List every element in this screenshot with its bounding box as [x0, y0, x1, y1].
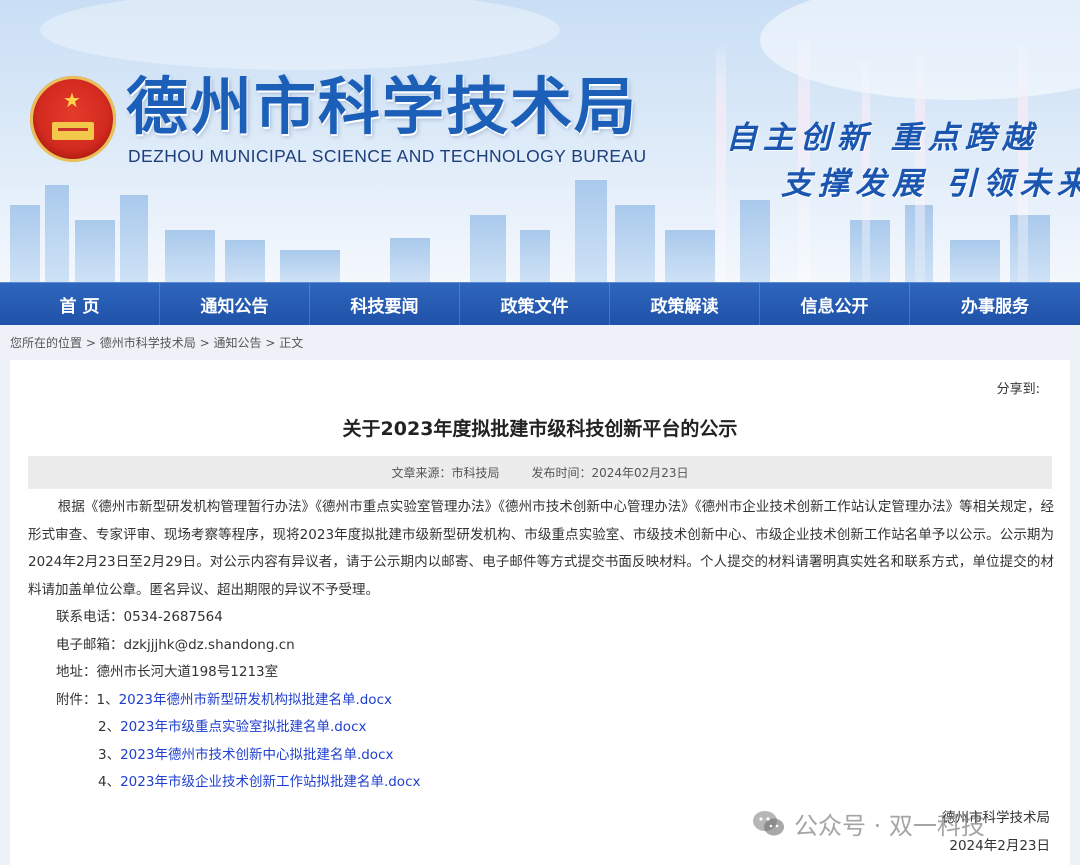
contact-address: 地址：德州市长河大道198号1213室: [56, 664, 279, 680]
breadcrumb-separator: >: [265, 336, 276, 350]
watermark-text: 公众号 · 双一科技: [794, 812, 985, 840]
attachment-number: 2、: [98, 719, 121, 735]
attachment-link[interactable]: 2023年德州市新型研发机构拟批建名单.docx: [119, 692, 392, 708]
nav-item-services[interactable]: 办事服务: [910, 283, 1080, 326]
header-banner: ★ 德州市科学技术局 DEZHOU MUNICIPAL SCIENCE AND …: [0, 0, 1080, 282]
nav-item-home[interactable]: 首 页: [0, 283, 160, 326]
wechat-icon: [753, 810, 784, 835]
breadcrumb-link-notices[interactable]: 通知公告: [213, 336, 261, 350]
national-emblem-icon: ★: [30, 76, 116, 162]
breadcrumb: 您所在的位置 > 德州市科学技术局 > 通知公告 > 正文: [10, 334, 303, 351]
attachment-item: 3、2023年德州市技术创新中心拟批建名单.docx: [28, 742, 1054, 770]
breadcrumb-separator: >: [199, 336, 210, 350]
attachment-link[interactable]: 2023年市级重点实验室拟批建名单.docx: [120, 719, 366, 735]
slogan-line-2: 支撑发展 引领未来: [781, 166, 1080, 202]
attachments-label: 附件：: [56, 691, 97, 708]
article-publish-time: 发布时间：2024年02月23日: [531, 466, 689, 480]
site-title: 德州市科学技术局: [126, 70, 639, 143]
attachment-item: 附件：1、2023年德州市新型研发机构拟批建名单.docx: [28, 687, 1054, 715]
article-source: 文章来源：市科技局: [391, 466, 500, 480]
contact-email: 电子邮箱：dzkjjjhk@dz.shandong.cn: [56, 636, 295, 653]
article-title: 关于2023年度拟批建市级科技创新平台的公示: [342, 418, 738, 440]
main-nav: 首 页 通知公告 科技要闻 政策文件 政策解读 信息公开 办事服务: [0, 282, 1080, 326]
article-paragraph: 根据《德州市新型研发机构管理暂行办法》《德州市重点实验室管理办法》《德州市技术创…: [28, 499, 1054, 598]
attachment-number: 3、: [98, 746, 121, 763]
attachment-number: 4、: [98, 774, 121, 790]
attachment-link[interactable]: 2023年市级企业技术创新工作站拟批建名单.docx: [120, 774, 420, 790]
breadcrumb-current: 正文: [279, 336, 304, 350]
nav-item-info-disclosure[interactable]: 信息公开: [760, 283, 910, 326]
attachment-item: 2、2023年市级重点实验室拟批建名单.docx: [28, 714, 1054, 742]
nav-item-policy-files[interactable]: 政策文件: [460, 283, 610, 326]
article-card: 分享到: 关于2023年度拟批建市级科技创新平台的公示 文章来源：市科技局 发布…: [10, 360, 1070, 865]
attachment-item: 4、2023年市级企业技术创新工作站拟批建名单.docx: [28, 769, 1054, 797]
nav-item-policy-interpretation[interactable]: 政策解读: [610, 283, 760, 326]
breadcrumb-prefix: 您所在的位置: [10, 336, 83, 350]
nav-item-notices[interactable]: 通知公告: [160, 283, 310, 326]
breadcrumb-separator: >: [85, 336, 96, 350]
attachment-link[interactable]: 2023年德州市技术创新中心拟批建名单.docx: [120, 747, 393, 763]
share-label[interactable]: 分享到:: [997, 378, 1040, 397]
attachment-number: 1、: [96, 691, 119, 708]
contact-phone: 联系电话：0534-2687564: [56, 609, 223, 625]
nav-item-news[interactable]: 科技要闻: [310, 283, 460, 326]
article-body: 根据《德州市新型研发机构管理暂行办法》《德州市重点实验室管理办法》《德州市技术创…: [28, 494, 1054, 797]
site-title-english: DEZHOU MUNICIPAL SCIENCE AND TECHNOLOGY …: [128, 146, 647, 166]
article-meta-bar: 文章来源：市科技局 发布时间：2024年02月23日: [28, 456, 1052, 489]
breadcrumb-link-bureau[interactable]: 德州市科学技术局: [100, 336, 196, 350]
watermark: 公众号 · 双一科技: [752, 806, 985, 841]
slogan-line-1: 自主创新 重点跨越: [726, 120, 1039, 156]
